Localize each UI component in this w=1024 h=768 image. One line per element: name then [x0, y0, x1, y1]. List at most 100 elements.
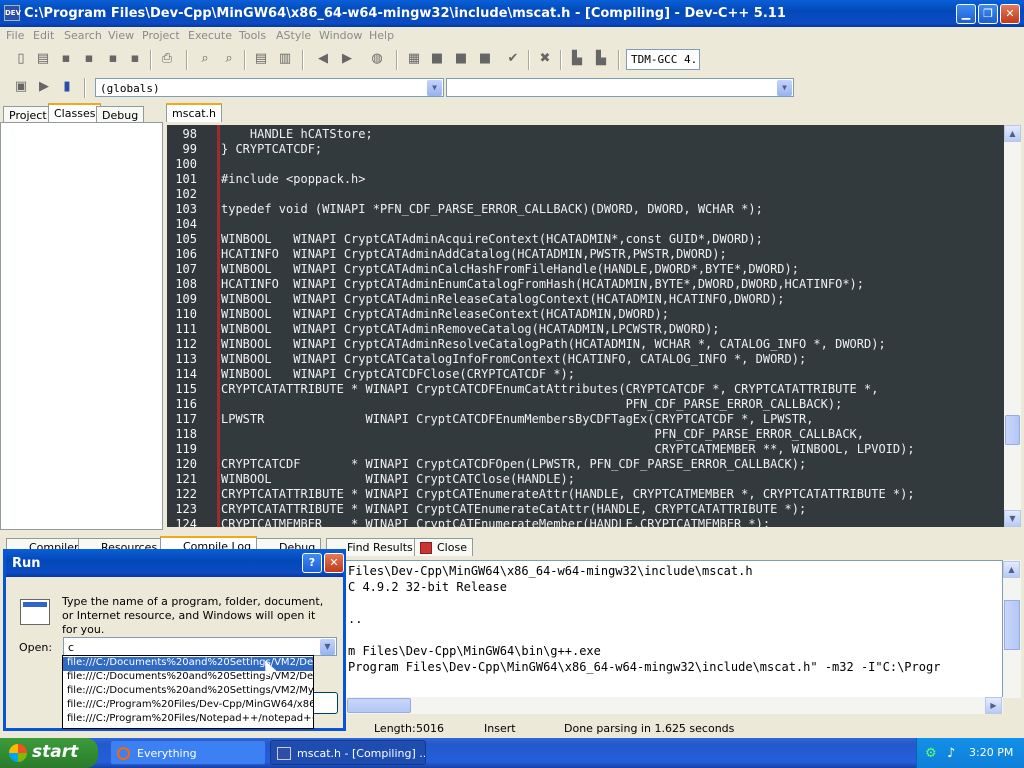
code-line[interactable]: CRYPTCATATTRIBUTE * WINAPI CryptCATEnume… — [221, 502, 806, 516]
code-line[interactable]: } CRYPTCATCDF; — [221, 142, 322, 156]
suggestion-item[interactable]: file:///C:/Program%20Files/Dev-Cpp/MinGW… — [63, 699, 313, 713]
function-select[interactable]: ▼ — [446, 78, 794, 97]
code-line[interactable]: WINBOOL WINAPI CryptCATClose(HANDLE); — [221, 472, 575, 486]
replace-icon[interactable]: ⌕ — [220, 50, 238, 68]
taskbar-item-devcpp[interactable]: mscat.h - [Compiling] ... — [270, 740, 426, 765]
globals-select[interactable]: (globals) ▼ — [95, 78, 444, 97]
code-line[interactable]: PFN_CDF_PARSE_ERROR_CALLBACK); — [221, 397, 843, 411]
chevron-down-icon[interactable]: ▼ — [777, 80, 792, 96]
compiler-select[interactable]: TDM-GCC 4. — [626, 49, 700, 70]
dev-cpp-app-icon[interactable]: DEV — [4, 5, 21, 21]
code-editor[interactable]: 98 HANDLE hCATStore; 99} CRYPTCATCDF; 100 1… — [167, 125, 1004, 527]
close-button[interactable]: ✕ — [1000, 4, 1020, 24]
open-suggestions-list[interactable]: file:///C:/Documents%20and%20Settings/VM… — [62, 655, 314, 729]
scroll-up-icon[interactable]: ▲ — [1004, 125, 1021, 142]
close-file-icon[interactable]: ▪ — [104, 50, 122, 68]
code-line[interactable]: PFN_CDF_PARSE_ERROR_CALLBACK, — [221, 427, 864, 441]
print-icon[interactable]: ⎙ — [158, 50, 176, 68]
code-line[interactable]: HCATINFO WINAPI CryptCATAdminEnumCatalog… — [221, 277, 864, 291]
code-line[interactable]: HANDLE hCATStore; — [221, 127, 373, 141]
close-all-icon[interactable]: ▪ — [126, 50, 144, 68]
code-line[interactable]: HCATINFO WINAPI CryptCATAdminAddCatalog(… — [221, 247, 727, 261]
code-line[interactable]: typedef void (WINAPI *PFN_CDF_PARSE_ERRO… — [221, 202, 763, 216]
save-all-icon[interactable]: ▪ — [80, 50, 98, 68]
open-input[interactable]: c ▼ — [63, 637, 337, 656]
compile-log-output[interactable]: Files\Dev-Cpp\MinGW64\x86_64-w64-mingw32… — [345, 560, 1003, 698]
help-button[interactable]: ? — [302, 553, 322, 573]
editor-tab-mscat[interactable]: mscat.h — [166, 103, 223, 122]
restore-button[interactable]: ❐ — [978, 4, 998, 24]
log-horizontal-scrollbar[interactable]: ▶ — [345, 697, 1003, 714]
title-bar[interactable]: DEV C:\Program Files\Dev-Cpp\MinGW64\x86… — [0, 0, 1024, 27]
minimize-button[interactable]: ▁ — [956, 4, 976, 24]
tab-classes[interactable]: Classes — [48, 103, 102, 122]
toggle-bookmark-icon[interactable]: ▮ — [58, 78, 76, 96]
menu-edit[interactable]: Edit — [33, 29, 54, 42]
code-line[interactable]: CRYPTCATMEMBER **, WINBOOL, LPVOID); — [221, 442, 914, 456]
code-line[interactable]: WINBOOL WINAPI CryptCATAdminReleaseConte… — [221, 307, 669, 321]
indent-icon[interactable]: ◍ — [368, 50, 386, 68]
code-line[interactable]: #include <poppack.h> — [221, 172, 366, 186]
syntax-check-icon[interactable]: ✔ — [504, 50, 522, 68]
menu-execute[interactable]: Execute — [188, 29, 232, 42]
scroll-right-icon[interactable]: ▶ — [985, 697, 1002, 714]
insert-icon[interactable]: ▶ — [35, 78, 53, 96]
menu-help[interactable]: Help — [369, 29, 394, 42]
open-file-icon[interactable]: ▤ — [34, 50, 52, 68]
menu-file[interactable]: File — [6, 29, 24, 42]
scroll-thumb[interactable] — [347, 698, 411, 713]
bookmark-icon[interactable]: ▥ — [276, 50, 294, 68]
rebuild-icon[interactable]: ■ — [476, 50, 494, 68]
code-line[interactable]: LPWSTR WINAPI CryptCATCDFEnumMembersByCD… — [221, 412, 813, 426]
code-line[interactable]: CRYPTCATATTRIBUTE * WINAPI CryptCATCDFEn… — [221, 382, 878, 396]
code-line[interactable]: WINBOOL WINAPI CryptCATAdminResolveCatal… — [221, 337, 886, 351]
code-line[interactable]: WINBOOL WINAPI CryptCATCatalogInfoFromCo… — [221, 352, 806, 366]
abort-compilation-icon[interactable]: ✖ — [536, 50, 554, 68]
class-browser-panel[interactable] — [0, 122, 163, 530]
compile-icon[interactable]: ▦ — [405, 50, 423, 68]
new-file-icon[interactable]: ▯ — [12, 50, 30, 68]
chart-icon[interactable]: ▙ — [568, 50, 586, 68]
code-line[interactable]: CRYPTCATATTRIBUTE * WINAPI CryptCATEnume… — [221, 487, 915, 501]
run-close-button[interactable]: ✕ — [324, 553, 344, 573]
redo-icon[interactable]: ▶ — [338, 50, 356, 68]
code-line[interactable]: CRYPTCATMEMBER * WINAPI CryptCATEnumerat… — [221, 517, 770, 527]
suggestion-item[interactable]: file:///C:/Documents%20and%20Settings/VM… — [63, 685, 313, 699]
network-icon[interactable]: ⚙ — [925, 746, 937, 761]
scroll-up-icon[interactable]: ▲ — [1003, 561, 1020, 578]
undo-icon[interactable]: ◀ — [314, 50, 332, 68]
menu-astyle[interactable]: AStyle — [276, 29, 311, 42]
save-icon[interactable]: ▪ — [57, 50, 75, 68]
start-button[interactable]: start — [0, 738, 98, 768]
new-class-icon[interactable]: ▣ — [12, 78, 30, 96]
code-line[interactable]: WINBOOL WINAPI CryptCATAdminReleaseCatal… — [221, 292, 785, 306]
chevron-down-icon[interactable]: ▼ — [320, 639, 335, 655]
code-line[interactable]: WINBOOL WINAPI CryptCATAdminAcquireConte… — [221, 232, 763, 246]
menu-project[interactable]: Project — [142, 29, 180, 42]
editor-vertical-scrollbar[interactable]: ▲ ▼ — [1004, 125, 1021, 527]
code-line[interactable]: WINBOOL WINAPI CryptCATAdminRemoveCatalo… — [221, 322, 720, 336]
chevron-down-icon[interactable]: ▼ — [427, 80, 442, 96]
run-dialog-title-bar[interactable]: Run ? ✕ — [6, 549, 344, 577]
code-line[interactable]: CRYPTCATCDF * WINAPI CryptCATCDFOpen(LPW… — [221, 457, 806, 471]
find-icon[interactable]: ⌕ — [196, 50, 214, 68]
run-icon[interactable]: ■ — [428, 50, 446, 68]
scroll-thumb[interactable] — [1004, 600, 1020, 650]
suggestion-item[interactable]: file:///C:/Program%20Files/Notepad++/not… — [63, 713, 313, 727]
scroll-down-icon[interactable]: ▼ — [1004, 510, 1021, 527]
menu-tools[interactable]: Tools — [239, 29, 266, 42]
taskbar-item-everything[interactable]: Everything — [110, 740, 266, 765]
log-vertical-scrollbar[interactable]: ▲ — [1003, 560, 1021, 698]
menu-window[interactable]: Window — [319, 29, 362, 42]
goto-line-icon[interactable]: ▤ — [252, 50, 270, 68]
compile-run-icon[interactable]: ■ — [452, 50, 470, 68]
volume-icon[interactable]: ♪ — [947, 746, 955, 761]
suggestion-item[interactable]: file:///C:/Documents%20and%20Settings/VM… — [63, 671, 313, 685]
code-line[interactable]: WINBOOL WINAPI CryptCATAdminCalcHashFrom… — [221, 262, 799, 276]
profile-icon[interactable]: ▙ — [592, 50, 610, 68]
scroll-thumb[interactable] — [1005, 415, 1020, 445]
menu-view[interactable]: View — [108, 29, 134, 42]
menu-search[interactable]: Search — [64, 29, 102, 42]
close-panel-icon[interactable] — [420, 542, 432, 554]
code-line[interactable]: WINBOOL WINAPI CryptCATCDFClose(CRYPTCAT… — [221, 367, 575, 381]
